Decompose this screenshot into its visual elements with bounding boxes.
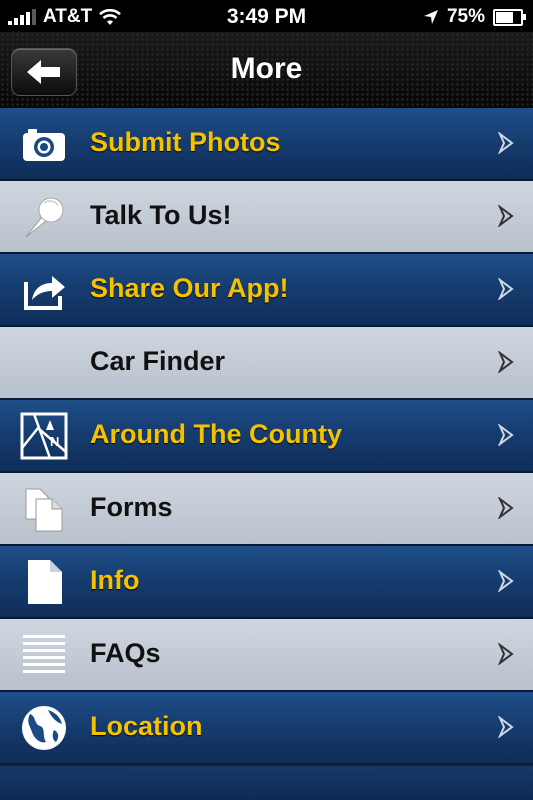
page-title: More <box>230 52 303 85</box>
menu-item-talk-to-us[interactable]: Talk To Us! <box>0 181 533 254</box>
chevron-right-icon <box>498 716 514 738</box>
chevron-right-icon <box>498 643 514 665</box>
globe-icon <box>22 706 66 750</box>
chevron-right-icon <box>498 132 514 154</box>
menu-item-label: Talk To Us! <box>90 200 232 230</box>
location-arrow-icon <box>423 10 438 24</box>
menu-item-submit-photos[interactable]: Submit Photos <box>0 108 533 181</box>
list-footer <box>0 767 533 800</box>
menu-item-label: Submit Photos <box>90 127 281 157</box>
battery-percent: 75% <box>446 6 485 27</box>
menu-item-share-our-app[interactable]: Share Our App! <box>0 254 533 327</box>
menu-item-label: Car Finder <box>90 346 226 376</box>
chevron-right-icon <box>498 497 514 519</box>
map-icon: N <box>20 412 68 460</box>
documents-icon <box>25 488 63 532</box>
menu-item-label: Around The County <box>90 419 342 449</box>
menu-item-faqs[interactable]: FAQs <box>0 619 533 692</box>
microphone-icon <box>25 197 64 238</box>
navigation-bar: More <box>0 32 533 110</box>
menu-item-label: Info <box>90 565 140 595</box>
camera-icon <box>23 129 65 161</box>
menu-item-forms[interactable]: Forms <box>0 473 533 546</box>
menu-list: Submit Photos Talk To Us! Share Our App!… <box>0 108 533 765</box>
menu-item-label: Forms <box>90 492 173 522</box>
menu-item-location[interactable]: Location <box>0 692 533 765</box>
chevron-right-icon <box>498 424 514 446</box>
menu-item-label: Location <box>90 711 203 741</box>
document-icon <box>28 560 62 604</box>
chevron-right-icon <box>498 205 514 227</box>
share-icon <box>24 276 65 310</box>
status-bar: AT&T 3:49 PM 75% <box>0 0 533 32</box>
menu-item-car-finder[interactable]: Car Finder <box>0 327 533 400</box>
menu-item-around-the-county[interactable]: N Around The County <box>0 400 533 473</box>
chevron-right-icon <box>498 570 514 592</box>
svg-text:N: N <box>50 434 59 449</box>
chevron-right-icon <box>498 351 514 373</box>
battery-icon <box>493 8 526 26</box>
menu-item-label: Share Our App! <box>90 273 289 303</box>
menu-item-label: FAQs <box>90 638 161 668</box>
menu-item-info[interactable]: Info <box>0 546 533 619</box>
list-lines-icon <box>23 635 65 673</box>
chevron-right-icon <box>498 278 514 300</box>
